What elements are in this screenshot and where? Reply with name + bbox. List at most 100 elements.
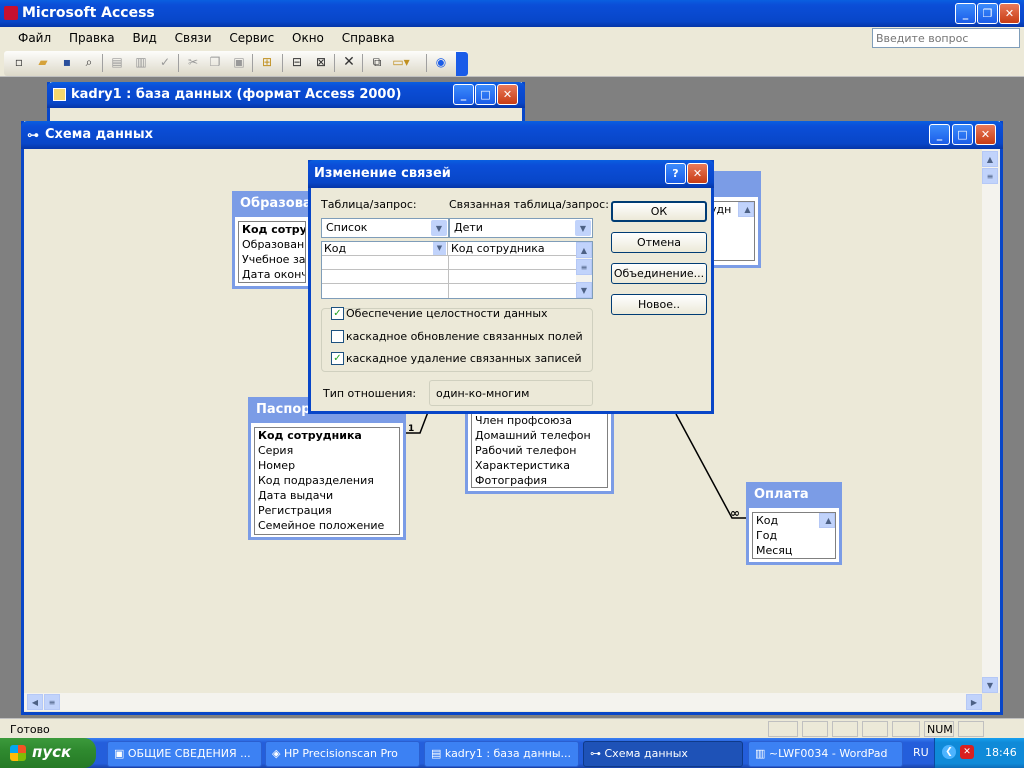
taskbar: пуск ▣ ОБЩИЕ СВЕДЕНИЯ ... ◈ HP Precision… xyxy=(0,738,1024,768)
status-panel xyxy=(768,721,798,737)
cascade-delete-checkbox[interactable]: ✓ xyxy=(331,352,344,365)
cancel-button[interactable]: Отмена xyxy=(611,232,707,253)
field-item[interactable]: Номер xyxy=(255,458,399,473)
table-query-label: Таблица/запрос: xyxy=(321,198,417,211)
field-item[interactable]: Регистрация xyxy=(255,503,399,518)
start-button[interactable]: пуск xyxy=(0,738,96,768)
clock[interactable]: 18:46 xyxy=(985,746,1017,759)
field-item[interactable]: Код сотрудн xyxy=(239,222,305,237)
related-table-combo[interactable]: Дети ▼ xyxy=(449,218,593,238)
field-item[interactable]: Учебное заве xyxy=(239,252,305,267)
cascade-update-checkbox[interactable]: ✓ xyxy=(331,330,344,343)
cascade-delete-label[interactable]: каскадное удаление связанных записей xyxy=(346,352,582,365)
taskbar-item-label: ОБЩИЕ СВЕДЕНИЯ ... xyxy=(127,747,251,760)
scroll-thumb-vertical[interactable]: ≡ xyxy=(576,259,592,275)
table-education[interactable]: Образова... Код сотрудн Образование Учеб… xyxy=(232,191,312,289)
word-doc-icon: ▣ xyxy=(114,747,128,760)
table-payment-scrollbar[interactable]: ▲ ▼ xyxy=(819,513,835,528)
relationships-icon: ⊶ xyxy=(590,747,605,760)
relation-line-payment xyxy=(675,413,746,519)
join-type-button[interactable]: Объединение... xyxy=(611,263,707,284)
check-icon: ✓ xyxy=(333,353,342,364)
dialog-title: Изменение связей xyxy=(314,166,451,181)
status-panel xyxy=(958,721,984,737)
field-item[interactable]: Год xyxy=(753,528,835,543)
relation-one-label: 1 xyxy=(408,424,415,434)
grid-scrollbar[interactable]: ▲ ≡ ▼ xyxy=(576,242,592,298)
field-item[interactable]: Код подразделения xyxy=(255,473,399,488)
taskbar-item[interactable]: ▣ ОБЩИЕ СВЕДЕНИЯ ... xyxy=(107,741,262,767)
check-icon: ✓ xyxy=(333,308,342,319)
table-employees-fields[interactable]: Член профсоюза Домашний телефон Рабочий … xyxy=(471,412,608,488)
ok-button[interactable]: ОК xyxy=(611,201,707,222)
taskbar-item-label: ~LWF0034 - WordPad xyxy=(768,747,888,760)
field-item[interactable]: Характеристика xyxy=(472,458,607,473)
integrity-checkbox[interactable]: ✓ xyxy=(331,307,344,320)
field-item[interactable]: Код сотрудника xyxy=(255,428,399,443)
taskbar-item[interactable]: ▥ ~LWF0034 - WordPad xyxy=(748,741,903,767)
table-payment-fields[interactable]: Код Год Месяц ▲ ▼ xyxy=(752,512,836,559)
grid-right-cell[interactable]: Код сотрудника xyxy=(448,242,576,256)
field-item[interactable] xyxy=(707,232,754,247)
taskbar-item-active[interactable]: ⊶ Схема данных xyxy=(583,741,743,767)
status-text: Готово xyxy=(10,723,50,736)
status-panel xyxy=(802,721,828,737)
num-lock-indicator: NUM xyxy=(924,721,954,737)
field-item[interactable]: Семейное положение xyxy=(255,518,399,533)
scroll-down-arrow[interactable]: ▼ xyxy=(576,282,592,298)
field-item[interactable]: Рабочий телефон xyxy=(472,443,607,458)
taskbar-item-label: kadry1 : база данны... xyxy=(444,747,572,760)
table-education-title[interactable]: Образова... xyxy=(235,191,309,217)
cascade-update-label[interactable]: каскадное обновление связанных полей xyxy=(346,330,583,343)
scroll-up-arrow[interactable]: ▲ xyxy=(576,242,592,258)
relation-type-value: один-ко-многим xyxy=(436,387,530,400)
dialog-title-bar[interactable]: Изменение связей ? ✕ xyxy=(308,160,714,188)
field-item[interactable]: Месяц xyxy=(753,543,835,558)
relation-many-label: ∞ xyxy=(730,506,740,520)
table-education-fields[interactable]: Код сотрудн Образование Учебное заве Дат… xyxy=(238,221,306,283)
field-item[interactable]: Серия xyxy=(255,443,399,458)
status-bar: Готово NUM xyxy=(0,718,1024,738)
status-panel xyxy=(892,721,920,737)
field-item[interactable]: Образование xyxy=(239,237,305,252)
field-item[interactable]: Член профсоюза xyxy=(472,413,607,428)
scroll-up-arrow[interactable]: ▲ xyxy=(738,202,754,217)
field-item[interactable]: Дата оконча xyxy=(239,267,305,282)
table-passport-fields[interactable]: Код сотрудника Серия Номер Код подраздел… xyxy=(254,427,400,535)
scroll-up-arrow[interactable]: ▲ xyxy=(819,513,835,528)
chevron-down-icon[interactable]: ▼ xyxy=(431,220,447,236)
status-panel xyxy=(862,721,888,737)
system-tray: ❮ ✕ 18:46 xyxy=(934,738,1024,768)
dialog-help-button[interactable]: ? xyxy=(665,163,686,184)
table-right-top-scrollbar[interactable]: ▲ ▼ xyxy=(738,202,754,217)
related-table-label: Связанная таблица/запрос: xyxy=(449,198,609,211)
table-payment-title[interactable]: Оплата xyxy=(749,482,839,508)
table-query-value: Список xyxy=(326,221,368,234)
taskbar-item-label: Схема данных xyxy=(604,747,688,760)
field-item[interactable] xyxy=(707,217,754,232)
taskbar-item[interactable]: ▤ kadry1 : база данны... xyxy=(424,741,579,767)
database-icon: ▤ xyxy=(431,747,445,760)
field-item[interactable]: Фотография xyxy=(472,473,607,488)
dialog-close-button[interactable]: ✕ xyxy=(687,163,708,184)
table-payment[interactable]: Оплата Код Год Месяц ▲ ▼ xyxy=(746,482,842,565)
security-shield-icon[interactable]: ✕ xyxy=(960,745,974,759)
grid-left-cell[interactable]: Код ▼ xyxy=(322,242,448,256)
table-query-combo[interactable]: Список ▼ xyxy=(321,218,449,238)
integrity-label[interactable]: Обеспечение целостности данных xyxy=(346,307,548,320)
chevron-down-icon[interactable]: ▼ xyxy=(575,220,591,236)
chevron-down-icon[interactable]: ▼ xyxy=(433,242,446,255)
field-mapping-grid[interactable]: Код ▼ Код сотрудника ▲ ≡ ▼ xyxy=(321,241,593,299)
field-item[interactable]: Домашний телефон xyxy=(472,428,607,443)
scanner-icon: ◈ xyxy=(272,747,284,760)
network-icon[interactable]: ❮ xyxy=(942,745,956,759)
edit-relationships-dialog: Изменение связей ? ✕ Таблица/запрос: Свя… xyxy=(308,160,714,414)
language-indicator[interactable]: RU xyxy=(913,746,929,759)
relation-type-label: Тип отношения: xyxy=(323,387,417,400)
create-new-button[interactable]: Новое.. xyxy=(611,294,707,315)
table-passport[interactable]: Паспорт Код сотрудника Серия Номер Код п… xyxy=(248,397,406,540)
taskbar-item[interactable]: ◈ HP Precisionscan Pro xyxy=(265,741,420,767)
status-panel xyxy=(832,721,858,737)
field-item[interactable]: Дата выдачи xyxy=(255,488,399,503)
windows-logo-icon xyxy=(10,745,26,761)
